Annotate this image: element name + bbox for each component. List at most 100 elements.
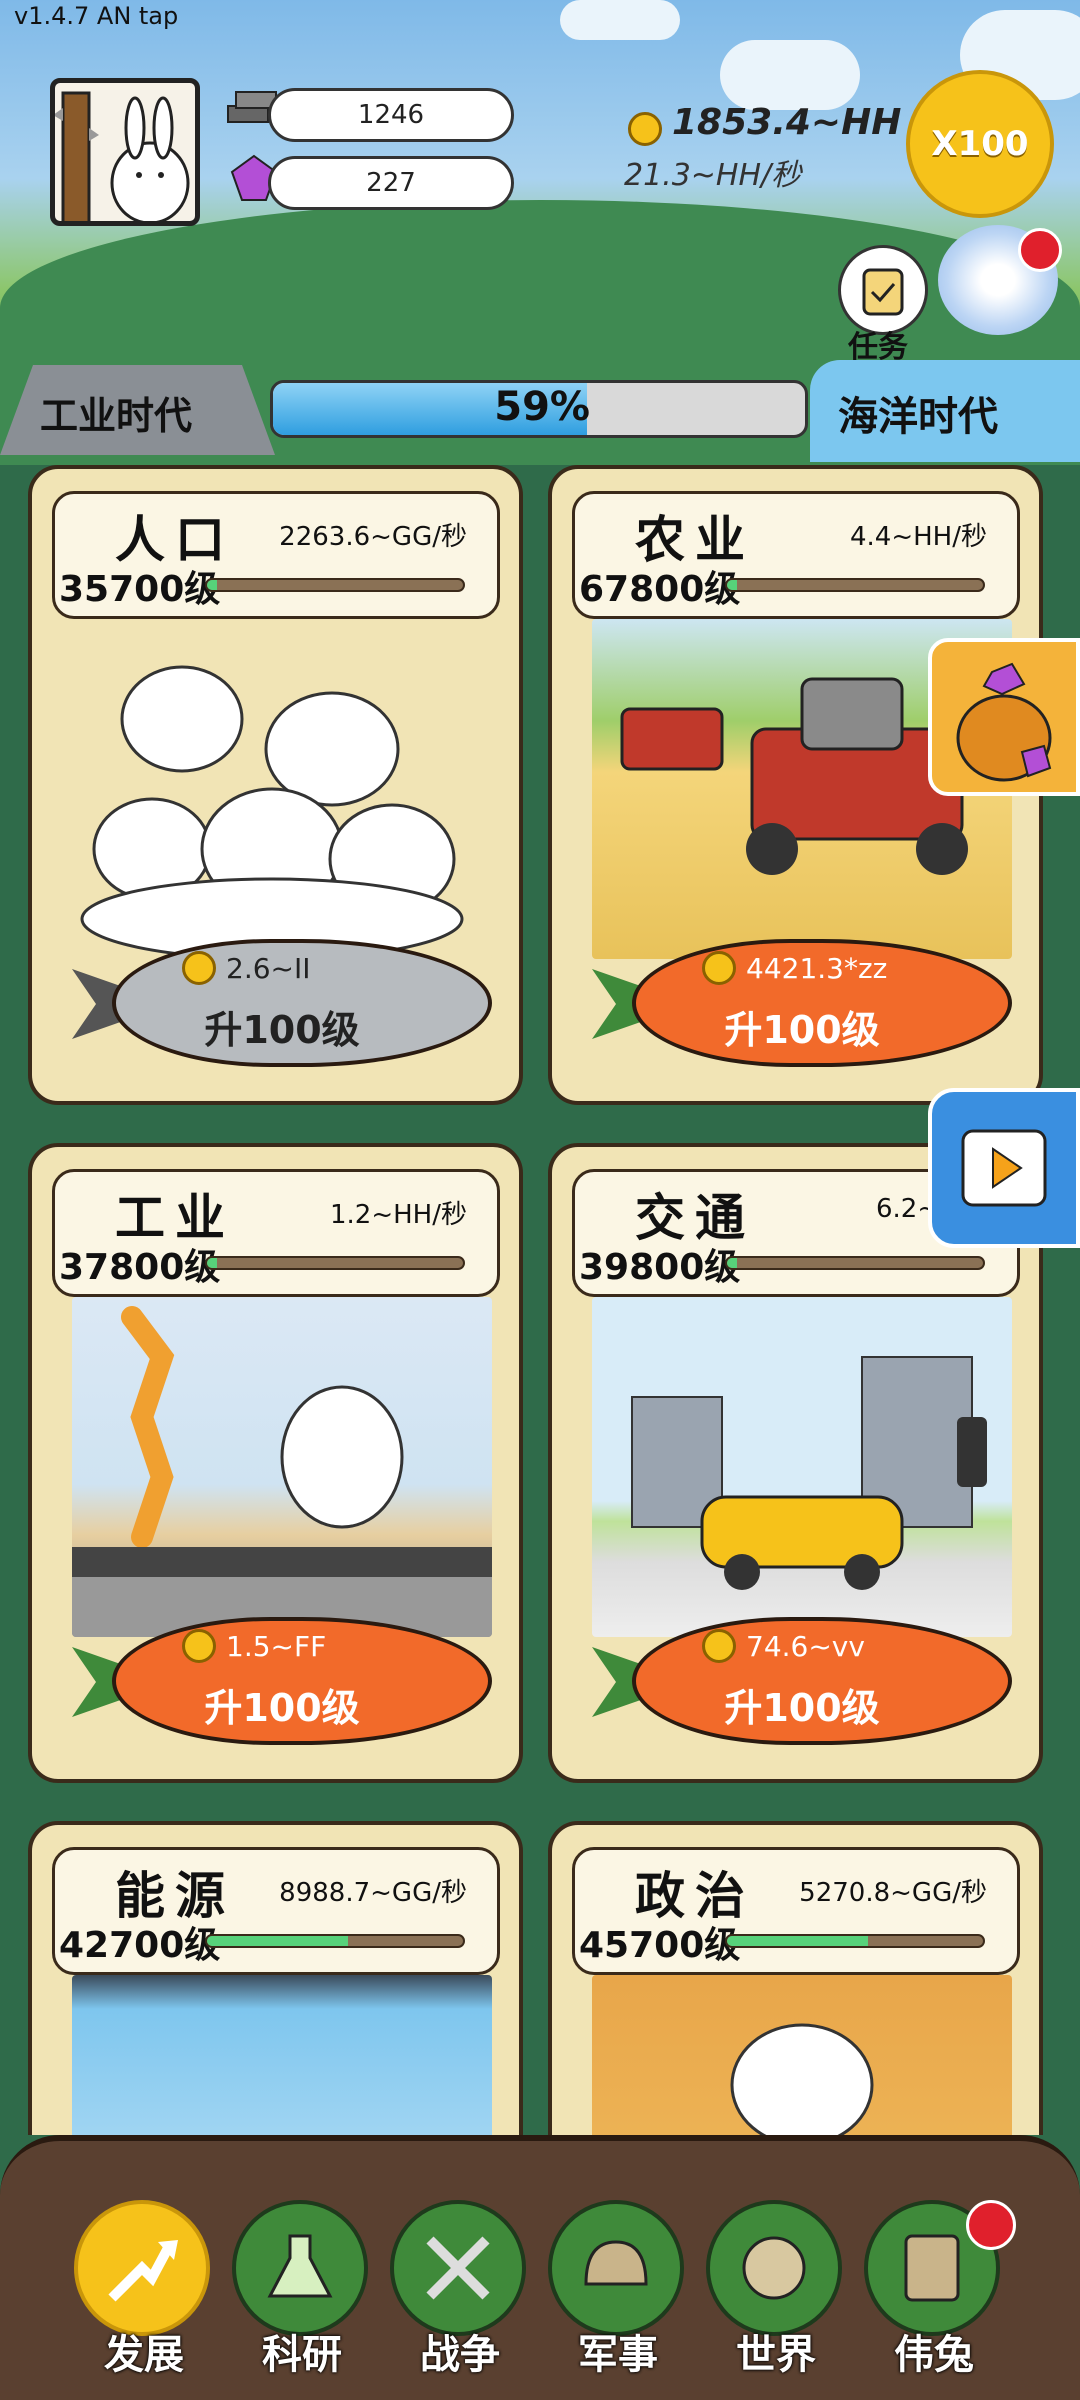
card-progress-bar — [205, 1934, 465, 1948]
cloud — [560, 0, 680, 40]
upgrade-button[interactable]: 4421.3*zz 升100级 — [592, 939, 1012, 1074]
card-header: 政治 5270.8~GG/秒 45700级 — [572, 1847, 1020, 1975]
card-level: 67800级 — [579, 569, 741, 610]
factory-illustration — [72, 1297, 492, 1637]
upgrade-cost: 74.6~vv — [702, 1629, 865, 1663]
card-rate: 2263.6~GG/秒 — [279, 522, 467, 552]
podium-bunny-illustration — [592, 1975, 1012, 2135]
nav-item-world[interactable]: 世界 — [706, 2200, 846, 2390]
gold-amount: 1853.4~HH — [672, 102, 902, 143]
upgrade-cost-text: 2.6~II — [226, 951, 311, 985]
card-progress-fill — [727, 1936, 868, 1946]
nav-icon-wrap — [548, 2200, 684, 2336]
coin-icon — [182, 1629, 216, 1663]
card-progress-fill — [727, 580, 738, 590]
card-progress-fill — [727, 1258, 738, 1268]
gem-value: 227 — [366, 168, 416, 198]
card-population: 人口 2263.6~GG/秒 35700级 2.6~II 升100级 — [28, 465, 523, 1105]
card-header: 农业 4.4~HH/秒 67800级 — [572, 491, 1020, 619]
card-rate: 5270.8~GG/秒 — [799, 1878, 987, 1908]
clipboard-icon — [862, 268, 904, 316]
nav-label: 世界 — [736, 2332, 816, 2378]
gold-rate: 21.3~HH/秒 — [624, 158, 802, 193]
upgrade-cost: 1.5~FF — [182, 1629, 326, 1663]
upgrade-label: 升100级 — [724, 1686, 880, 1730]
card-rate: 4.4~HH/秒 — [850, 522, 987, 552]
gem-bag-offer-button[interactable] — [928, 638, 1080, 796]
card-level: 39800级 — [579, 1247, 741, 1288]
cloud — [720, 40, 860, 110]
nav-item-war[interactable]: 战争 — [390, 2200, 530, 2390]
globe-icon — [742, 2236, 806, 2300]
nav-label: 伟兔 — [894, 2332, 974, 2378]
notification-dot — [1018, 228, 1062, 272]
taxi-illustration — [592, 1297, 1012, 1637]
upgrade-cost-text: 1.5~FF — [226, 1629, 327, 1663]
card-progress-fill — [207, 1258, 218, 1268]
upgrade-label: 升100级 — [724, 1008, 880, 1052]
upgrade-cost-text: 4421.3*zz — [746, 951, 888, 985]
upgrade-cost: 4421.3*zz — [702, 951, 887, 985]
power-plant-illustration — [72, 1975, 492, 2135]
x100-button[interactable]: X100 — [906, 70, 1054, 218]
card-politics: 政治 5270.8~GG/秒 45700级 — [548, 1821, 1043, 2135]
gem-counter: 227 — [268, 156, 514, 210]
coin-icon — [702, 951, 736, 985]
card-level: 37800级 — [59, 1247, 221, 1288]
card-industry: 工业 1.2~HH/秒 37800级 1.5~FF 升100级 — [28, 1143, 523, 1783]
card-progress-bar — [205, 578, 465, 592]
gem-bag-icon — [956, 662, 1052, 782]
card-header: 能源 8988.7~GG/秒 42700级 — [52, 1847, 500, 1975]
upgrade-label: 升100级 — [204, 1686, 360, 1730]
upgrade-cost-text: 74.6~vv — [746, 1629, 865, 1663]
flask-icon — [267, 2234, 333, 2298]
nav-label: 发展 — [104, 2332, 184, 2378]
era-progress-text: 59% — [494, 384, 590, 430]
nav-label: 战争 — [420, 2332, 500, 2378]
card-progress-fill — [207, 580, 218, 590]
nav-label: 军事 — [578, 2332, 658, 2378]
card-header: 工业 1.2~HH/秒 37800级 — [52, 1169, 500, 1297]
upgrade-label: 升100级 — [204, 1008, 360, 1052]
nav-item-development[interactable]: 发展 — [74, 2200, 214, 2390]
card-rate: 1.2~HH/秒 — [330, 1200, 467, 1230]
arrow-up-icon — [108, 2240, 178, 2302]
player-avatar[interactable] — [50, 78, 200, 226]
current-era-label: 工业时代 — [40, 394, 193, 438]
coin-icon — [702, 1629, 736, 1663]
upgrade-button[interactable]: 74.6~vv 升100级 — [592, 1617, 1012, 1752]
gold-coin-icon — [628, 112, 662, 150]
card-header: 人口 2263.6~GG/秒 35700级 — [52, 491, 500, 619]
play-video-icon — [961, 1129, 1047, 1207]
iron-counter: 1246 — [268, 88, 514, 142]
card-rate: 8988.7~GG/秒 — [279, 1878, 467, 1908]
card-energy: 能源 8988.7~GG/秒 42700级 — [28, 1821, 523, 2135]
nav-label: 科研 — [262, 2332, 342, 2378]
bunny-crowd-illustration — [72, 619, 492, 959]
nav-icon-wrap — [74, 2200, 210, 2336]
upgrade-cost: 2.6~II — [182, 951, 311, 985]
iron-value: 1246 — [357, 100, 425, 130]
card-progress-bar — [725, 1934, 985, 1948]
coin-icon — [182, 951, 216, 985]
upgrade-button[interactable]: 1.5~FF 升100级 — [72, 1617, 492, 1752]
card-level: 42700级 — [59, 1925, 221, 1966]
nav-icon-wrap — [232, 2200, 368, 2336]
upgrade-button[interactable]: 2.6~II 升100级 — [72, 939, 492, 1074]
helmet-icon — [584, 2240, 648, 2286]
crossed-swords-icon — [426, 2236, 490, 2300]
nav-icon-wrap — [706, 2200, 842, 2336]
card-progress-fill — [207, 1936, 348, 1946]
card-progress-bar — [725, 578, 985, 592]
watch-video-button[interactable] — [928, 1088, 1080, 1248]
version-label: v1.4.7 AN tap — [14, 2, 179, 30]
portrait-icon — [904, 2234, 960, 2302]
next-era-label: 海洋时代 — [838, 394, 998, 440]
card-level: 35700级 — [59, 569, 221, 610]
bunny-portrait-icon — [55, 91, 190, 221]
nav-item-research[interactable]: 科研 — [232, 2200, 372, 2390]
card-progress-bar — [725, 1256, 985, 1270]
card-progress-bar — [205, 1256, 465, 1270]
development-board: 人口 2263.6~GG/秒 35700级 2.6~II 升100级 农业 4.… — [0, 465, 1080, 2135]
nav-item-military[interactable]: 军事 — [548, 2200, 688, 2390]
